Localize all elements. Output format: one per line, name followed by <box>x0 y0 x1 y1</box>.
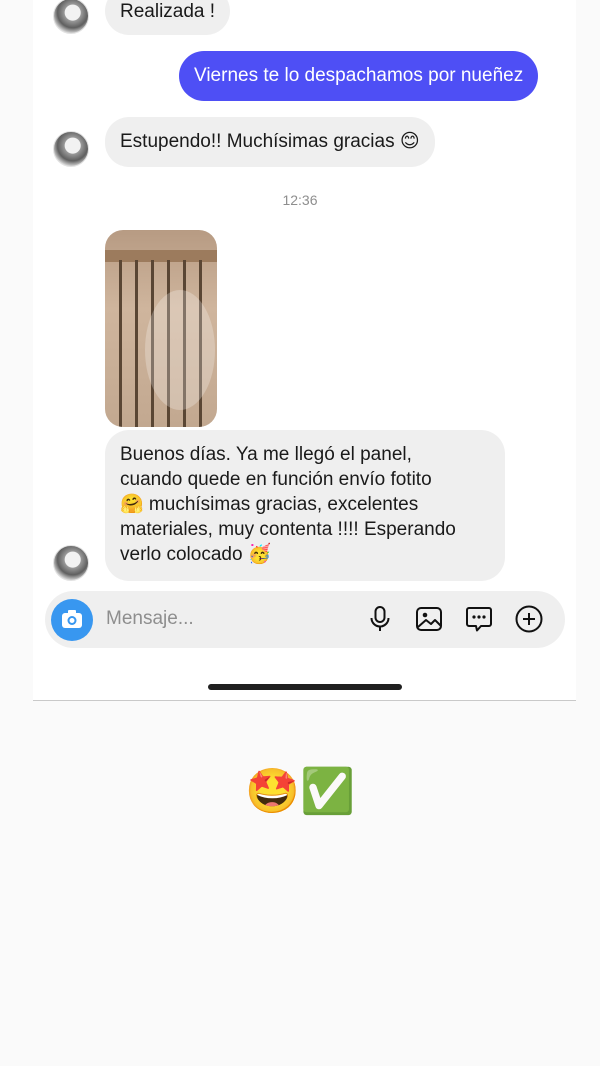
camera-button[interactable] <box>51 599 93 641</box>
message-timestamp: 12:36 <box>282 192 318 208</box>
contact-avatar[interactable] <box>53 0 89 34</box>
image-icon[interactable] <box>414 604 444 634</box>
sticker-icon[interactable] <box>464 604 494 634</box>
message-line: 🤗 muchísimas gracias, excelentes <box>120 494 419 515</box>
photo-slat <box>119 260 122 427</box>
home-indicator <box>208 684 402 690</box>
divider <box>33 700 576 701</box>
message-text: Estupendo!! Muchísimas gracias 😊 <box>120 131 420 152</box>
contact-avatar[interactable] <box>53 545 89 581</box>
message-line: Buenos días. Ya me llegó el panel, <box>120 444 412 465</box>
photo-slat <box>135 260 138 427</box>
message-input[interactable]: Mensaje... <box>106 608 194 630</box>
message-line: verlo colocado 🥳 <box>120 544 272 565</box>
message-bubble-incoming[interactable]: Buenos días. Ya me llegó el panel, cuand… <box>105 430 505 581</box>
message-text: Realizada ! <box>120 1 216 22</box>
message-text: Viernes te lo despachamos por nueñez <box>194 65 524 86</box>
message-composer[interactable]: Mensaje... <box>45 591 565 648</box>
photo-glare <box>145 290 215 410</box>
shared-photo[interactable] <box>105 230 217 427</box>
message-bubble-outgoing[interactable]: Viernes te lo despachamos por nueñez <box>179 51 539 101</box>
microphone-icon[interactable] <box>365 604 395 634</box>
add-icon[interactable] <box>514 604 544 634</box>
caption-emoji: 🤩✅ <box>245 766 355 817</box>
message-bubble-incoming[interactable]: Estupendo!! Muchísimas gracias 😊 <box>105 117 435 167</box>
message-line: cuando quede en función envío fotito <box>120 469 432 490</box>
camera-icon <box>62 610 82 628</box>
contact-avatar[interactable] <box>53 131 89 167</box>
message-bubble-incoming[interactable]: Realizada ! <box>105 0 231 35</box>
message-line: materiales, muy contenta !!!! Esperando <box>120 519 456 540</box>
